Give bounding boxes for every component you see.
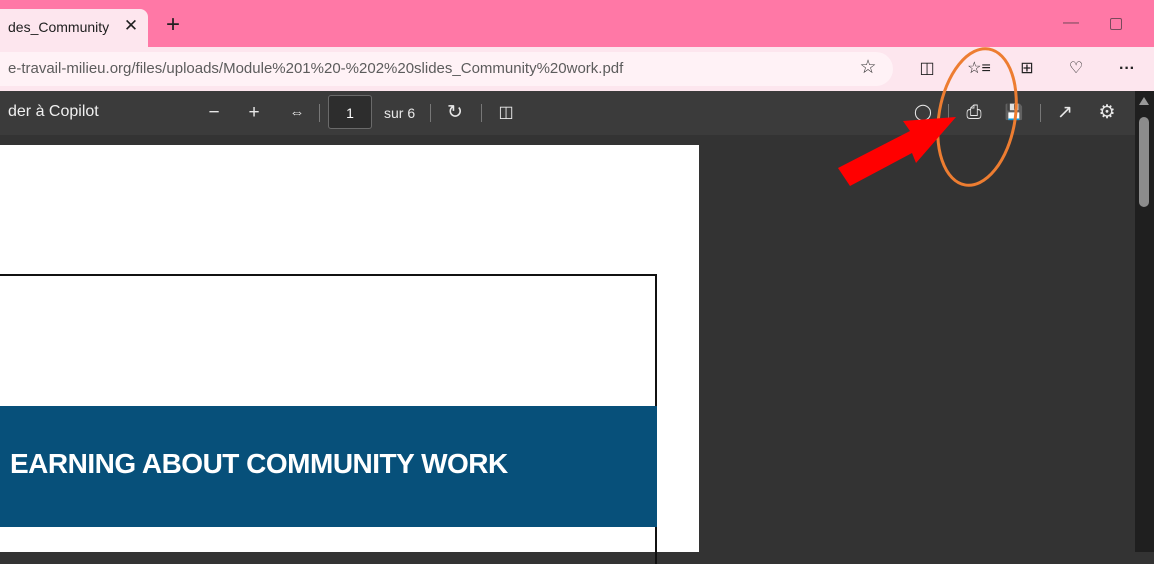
close-tab-icon[interactable]: ✕ xyxy=(120,15,142,37)
search-icon[interactable]: ◯ xyxy=(910,101,936,125)
favorites-icon[interactable]: ☆≡ xyxy=(966,58,992,80)
pdf-page: EARNING ABOUT COMMUNITY WORK xyxy=(0,145,699,564)
pdf-toolbar: der à Copilot − + ⇔ 1 sur 6 ↻ ◫ ◯ ⎙ 💾 ↗ … xyxy=(0,91,1135,135)
toolbar-divider xyxy=(1040,104,1041,122)
toolbar-divider xyxy=(948,104,949,122)
toolbar-divider xyxy=(481,104,482,122)
slide-title: EARNING ABOUT COMMUNITY WORK xyxy=(10,448,508,479)
ask-copilot-button[interactable]: der à Copilot xyxy=(8,103,99,121)
new-tab-button[interactable]: + xyxy=(160,13,186,39)
fit-to-width-icon[interactable]: ⇔ xyxy=(284,101,310,125)
print-icon[interactable]: ⎙ xyxy=(961,101,987,125)
fullscreen-icon[interactable]: ↗ xyxy=(1052,101,1078,125)
tab-title: des_Community xyxy=(8,19,110,35)
split-screen-icon[interactable]: ◫ xyxy=(914,58,940,80)
toolbar-divider xyxy=(430,104,431,122)
more-menu-icon[interactable]: ··· xyxy=(1114,58,1140,80)
toolbar-divider xyxy=(319,104,320,122)
zoom-in-icon[interactable]: + xyxy=(241,101,267,125)
page-view-icon[interactable]: ◫ xyxy=(493,101,519,125)
page-number-input[interactable]: 1 xyxy=(328,95,372,129)
collections-icon[interactable]: ⊞ xyxy=(1014,58,1040,80)
add-favorite-icon[interactable]: ☆ xyxy=(856,56,880,80)
vertical-scrollbar[interactable] xyxy=(1135,91,1154,552)
address-bar-row: e-travail-milieu.org/files/uploads/Modul… xyxy=(0,47,1154,91)
url-text[interactable]: e-travail-milieu.org/files/uploads/Modul… xyxy=(8,60,623,77)
settings-icon[interactable]: ⚙ xyxy=(1094,101,1120,125)
slide-title-banner: EARNING ABOUT COMMUNITY WORK xyxy=(0,406,657,527)
zoom-out-icon[interactable]: − xyxy=(201,101,227,125)
active-tab[interactable]: des_Community ✕ xyxy=(0,9,148,47)
minimize-button[interactable]: — xyxy=(1058,14,1084,34)
scroll-up-icon[interactable] xyxy=(1139,97,1149,105)
save-icon[interactable]: 💾 xyxy=(1001,101,1027,125)
tab-strip: des_Community ✕ + — xyxy=(0,0,1154,47)
maximize-button[interactable] xyxy=(1110,18,1122,30)
address-bar[interactable]: e-travail-milieu.org/files/uploads/Modul… xyxy=(0,52,893,86)
browser-essentials-icon[interactable]: ♡ xyxy=(1063,58,1089,80)
rotate-icon[interactable]: ↻ xyxy=(442,101,468,125)
scroll-thumb[interactable] xyxy=(1139,117,1149,207)
pdf-viewer[interactable]: EARNING ABOUT COMMUNITY WORK xyxy=(0,135,1135,564)
page-total-label: sur 6 xyxy=(384,105,416,121)
